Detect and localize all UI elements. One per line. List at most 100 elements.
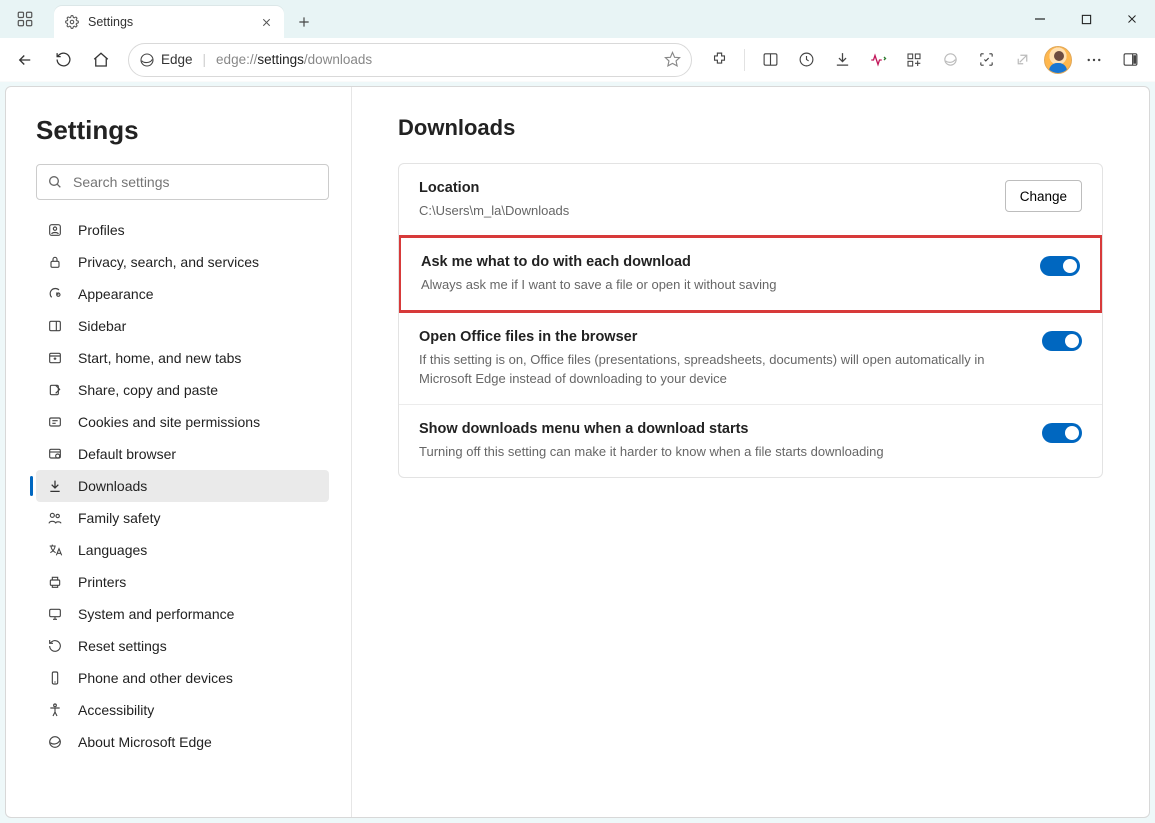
sidebar-item-label: Languages (78, 542, 147, 558)
search-icon (47, 174, 63, 190)
showmenu-toggle[interactable] (1042, 423, 1082, 443)
url-text: edge://settings/downloads (216, 52, 372, 67)
sidebar-item-privacy[interactable]: Privacy, search, and services (36, 246, 329, 278)
accessibility-icon (46, 701, 64, 719)
location-title: Location (419, 180, 989, 196)
showmenu-row: Show downloads menu when a download star… (399, 404, 1102, 477)
history-icon[interactable] (789, 43, 823, 77)
downloads-card: Location C:\Users\m_la\Downloads Change … (398, 163, 1103, 478)
app-menu-icon[interactable] (8, 2, 42, 36)
office-toggle[interactable] (1042, 331, 1082, 351)
sidebar-item-default-browser[interactable]: Default browser (36, 438, 329, 470)
apps-icon[interactable] (897, 43, 931, 77)
browser-icon (46, 445, 64, 463)
sidebar-item-label: Profiles (78, 222, 125, 238)
download-arrow-icon (46, 477, 64, 495)
extensions-icon[interactable] (702, 43, 736, 77)
sidebar-item-label: Default browser (78, 446, 176, 462)
sidebar-item-start[interactable]: Start, home, and new tabs (36, 342, 329, 374)
tab-settings[interactable]: Settings (54, 6, 284, 38)
sidebar-item-label: System and performance (78, 606, 234, 622)
sidebar-item-cookies[interactable]: Cookies and site permissions (36, 406, 329, 438)
performance-icon[interactable] (861, 43, 895, 77)
section-heading: Downloads (398, 115, 1103, 141)
location-row: Location C:\Users\m_la\Downloads Change (399, 164, 1102, 236)
printer-icon (46, 573, 64, 591)
download-icon[interactable] (825, 43, 859, 77)
new-tab-button[interactable] (290, 8, 318, 36)
sidebar-item-label: Accessibility (78, 702, 154, 718)
settings-page: Settings Profiles Privacy, search, and s… (5, 86, 1150, 818)
share-paste-icon (46, 381, 64, 399)
sidebar-item-label: Downloads (78, 478, 147, 494)
sidebar-item-label: Sidebar (78, 318, 126, 334)
settings-main: Downloads Location C:\Users\m_la\Downloa… (352, 87, 1149, 817)
home-button[interactable] (84, 43, 118, 77)
system-icon (46, 605, 64, 623)
sidebar-item-sidebar[interactable]: Sidebar (36, 310, 329, 342)
edge-logo-icon (46, 733, 64, 751)
office-title: Open Office files in the browser (419, 329, 1026, 345)
maximize-button[interactable] (1063, 0, 1109, 38)
language-icon (46, 541, 64, 559)
close-window-button[interactable] (1109, 0, 1155, 38)
sidebar-item-profiles[interactable]: Profiles (36, 214, 329, 246)
share-icon[interactable] (1005, 43, 1039, 77)
newtab-icon (46, 349, 64, 367)
address-bar[interactable]: Edge | edge://settings/downloads (128, 43, 692, 77)
sidebar-item-phone[interactable]: Phone and other devices (36, 662, 329, 694)
settings-nav: Profiles Privacy, search, and services A… (36, 214, 329, 758)
minimize-button[interactable] (1017, 0, 1063, 38)
sidebar-item-label: Share, copy and paste (78, 382, 218, 398)
appearance-icon (46, 285, 64, 303)
site-identity-label: Edge (161, 52, 193, 67)
refresh-button[interactable] (46, 43, 80, 77)
sidebar-item-printers[interactable]: Printers (36, 566, 329, 598)
internet-explorer-icon[interactable] (933, 43, 967, 77)
ask-download-row: Ask me what to do with each download Alw… (398, 235, 1103, 313)
page-title: Settings (36, 115, 329, 146)
showmenu-desc: Turning off this setting can make it har… (419, 443, 1026, 461)
sidebar-item-about[interactable]: About Microsoft Edge (36, 726, 329, 758)
profile-avatar[interactable] (1041, 43, 1075, 77)
office-row: Open Office files in the browser If this… (399, 312, 1102, 403)
sidebar-item-family[interactable]: Family safety (36, 502, 329, 534)
phone-icon (46, 669, 64, 687)
close-icon[interactable] (258, 14, 274, 30)
sidebar-item-share[interactable]: Share, copy and paste (36, 374, 329, 406)
ask-download-title: Ask me what to do with each download (421, 254, 1024, 270)
sidebar-item-label: Printers (78, 574, 126, 590)
search-input[interactable] (73, 174, 318, 190)
window-controls (1017, 0, 1155, 38)
sidebar-item-appearance[interactable]: Appearance (36, 278, 329, 310)
titlebar: Settings (0, 0, 1155, 38)
split-screen-icon[interactable] (753, 43, 787, 77)
sidebar-item-system[interactable]: System and performance (36, 598, 329, 630)
showmenu-title: Show downloads menu when a download star… (419, 421, 1026, 437)
sidebar-item-label: Start, home, and new tabs (78, 350, 241, 366)
ask-download-toggle[interactable] (1040, 256, 1080, 276)
toolbar: Edge | edge://settings/downloads (0, 38, 1155, 82)
sidebar-item-label: Family safety (78, 510, 160, 526)
sidebar-item-reset[interactable]: Reset settings (36, 630, 329, 662)
gear-icon (64, 14, 80, 30)
tab-title: Settings (88, 15, 258, 29)
ask-download-desc: Always ask me if I want to save a file o… (421, 276, 1024, 294)
cookies-icon (46, 413, 64, 431)
sidebar-item-languages[interactable]: Languages (36, 534, 329, 566)
sidebar-toggle-icon[interactable] (1113, 43, 1147, 77)
edge-icon (139, 52, 155, 68)
more-icon[interactable] (1077, 43, 1111, 77)
sidebar-item-label: Cookies and site permissions (78, 414, 260, 430)
back-button[interactable] (8, 43, 42, 77)
sidebar-item-downloads[interactable]: Downloads (36, 470, 329, 502)
settings-sidebar: Settings Profiles Privacy, search, and s… (6, 87, 352, 817)
sidebar-item-accessibility[interactable]: Accessibility (36, 694, 329, 726)
sidebar-item-label: Reset settings (78, 638, 167, 654)
search-settings-box[interactable] (36, 164, 329, 200)
site-identity-chip[interactable]: Edge (139, 52, 193, 68)
change-button[interactable]: Change (1005, 180, 1082, 212)
screenshot-icon[interactable] (969, 43, 1003, 77)
favorite-icon[interactable] (664, 51, 681, 68)
sidebar-item-label: Phone and other devices (78, 670, 233, 686)
